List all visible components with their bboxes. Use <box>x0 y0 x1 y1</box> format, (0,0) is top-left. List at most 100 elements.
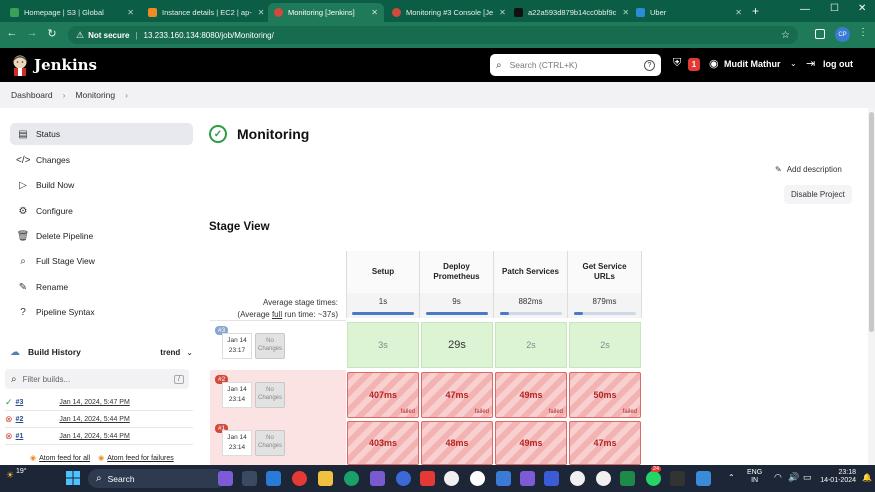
sidebar-item-delete-pipeline[interactable]: 🗑 Delete Pipeline <box>10 225 193 247</box>
user-name[interactable]: Mudit Mathur <box>724 59 781 69</box>
app-icon[interactable] <box>370 471 385 486</box>
browser-tab[interactable]: Instance details | EC2 | ap- ✕ <box>142 3 266 22</box>
trend-link[interactable]: trend <box>160 348 180 357</box>
stage-cell-failed[interactable]: 49ms <box>495 421 567 465</box>
opera-app-icon[interactable] <box>292 471 307 486</box>
minimize-icon[interactable]: — <box>800 4 810 15</box>
breadcrumb-monitoring[interactable]: Monitoring <box>75 90 115 100</box>
sidebar-item-build-now[interactable]: ▷ Build Now <box>10 174 193 196</box>
terminal-app-icon[interactable] <box>670 471 685 486</box>
atom-feed-failures-link[interactable]: Atom feed for failures <box>107 455 174 462</box>
teams-app-icon[interactable] <box>544 471 559 486</box>
browser-tab[interactable]: Homepage | S3 | Global ✕ <box>4 3 140 22</box>
reload-icon[interactable]: ↻ <box>44 27 60 40</box>
new-tab-icon[interactable]: + <box>752 4 759 18</box>
disable-project-button[interactable]: Disable Project <box>784 185 852 204</box>
atom-feed-all-link[interactable]: Atom feed for all <box>39 455 90 462</box>
taskbar-search[interactable]: ⌕ Search <box>88 469 226 488</box>
jenkins-logo-icon[interactable] <box>10 54 30 76</box>
build-number-link[interactable]: #3 <box>16 399 24 406</box>
excel-app-icon[interactable] <box>620 471 635 486</box>
copilot-app-icon[interactable] <box>218 471 233 486</box>
wifi-icon[interactable]: ◠ <box>774 472 782 483</box>
whatsapp-app-icon[interactable] <box>646 471 661 486</box>
stage-cell-failed[interactable]: 48ms <box>421 421 493 465</box>
chevron-up-icon[interactable]: ⌃ <box>728 473 735 482</box>
file-explorer-icon[interactable] <box>318 471 333 486</box>
app-icon[interactable] <box>420 471 435 486</box>
build-history-row[interactable]: ⊗ #2 Jan 14, 2024, 5:44 PM <box>5 411 193 428</box>
browser-tab[interactable]: Monitoring #3 Console [Je ✕ <box>386 3 506 22</box>
battery-icon[interactable]: ▭ <box>803 472 812 483</box>
weather-temp[interactable]: 19° <box>16 468 27 475</box>
profile-avatar[interactable]: CP <box>835 27 850 42</box>
chrome-profile-app-icon[interactable] <box>596 471 611 486</box>
jenkins-brand[interactable]: Jenkins <box>34 56 97 74</box>
stage-cell-success[interactable]: 2s <box>495 322 567 368</box>
breadcrumb-dashboard[interactable]: Dashboard <box>11 90 53 100</box>
stage-cell-failed[interactable]: 49ms failed <box>495 372 567 418</box>
notifications-icon[interactable]: 🔔 <box>862 473 872 482</box>
page-scrollbar[interactable] <box>868 108 875 465</box>
browser-tab[interactable]: a22a593d879b14cc0bbf9c ✕ <box>508 3 628 22</box>
chevron-down-icon[interactable]: ⌄ <box>186 348 193 357</box>
build-date-link[interactable]: Jan 14, 2024, 5:44 PM <box>59 433 129 440</box>
close-icon[interactable]: ✕ <box>252 8 265 17</box>
help-icon[interactable]: ? <box>644 59 655 71</box>
url-bar[interactable]: ⚠ Not secure | 13.233.160.134:8080/job/M… <box>68 26 798 44</box>
build-date-link[interactable]: Jan 14, 2024, 5:47 PM <box>59 399 129 406</box>
sidebar-item-status[interactable]: ▤ Status <box>10 123 193 145</box>
app-icon[interactable] <box>696 471 711 486</box>
close-icon[interactable]: ✕ <box>493 8 506 17</box>
store-app-icon[interactable] <box>266 471 281 486</box>
sidebar-toggle-icon[interactable] <box>815 29 825 39</box>
stage-cell-success[interactable]: 3s <box>347 322 419 368</box>
task-view-icon[interactable] <box>242 471 257 486</box>
chevron-down-icon[interactable]: ⌄ <box>790 59 797 68</box>
language-indicator[interactable]: ENG IN <box>747 469 762 486</box>
mail-app-icon[interactable] <box>496 471 511 486</box>
close-icon[interactable]: ✕ <box>729 8 742 17</box>
sidebar-item-pipeline-syntax[interactable]: ? Pipeline Syntax <box>10 301 193 323</box>
weather-icon[interactable]: ☀ <box>6 470 14 481</box>
shield-icon[interactable]: ⛨ <box>673 57 681 70</box>
github-app-icon[interactable] <box>470 471 485 486</box>
edge-app-icon[interactable] <box>344 471 359 486</box>
chrome-app-icon[interactable] <box>570 471 585 486</box>
browser-tab-active[interactable]: Monitoring [Jenkins] ✕ <box>268 3 384 22</box>
scrollbar-thumb[interactable] <box>869 112 874 332</box>
sidebar-item-rename[interactable]: ✎ Rename <box>10 276 193 298</box>
build-date-link[interactable]: Jan 14, 2024, 5:44 PM <box>59 416 129 423</box>
window-close-icon[interactable]: ✕ <box>858 3 866 14</box>
stage-cell-success[interactable]: 29s <box>421 322 493 368</box>
star-icon[interactable]: ☆ <box>781 30 790 41</box>
stage-cell-failed[interactable]: 403ms <box>347 421 419 465</box>
full-link[interactable]: full <box>272 310 282 319</box>
chrome-app-icon[interactable] <box>444 471 459 486</box>
search-input[interactable]: ⌕ Search (CTRL+K) ? <box>490 54 661 76</box>
zoom-app-icon[interactable] <box>396 471 411 486</box>
maximize-icon[interactable]: ☐ <box>830 3 839 14</box>
close-icon[interactable]: ✕ <box>616 8 628 17</box>
close-icon[interactable]: ✕ <box>121 8 134 17</box>
stage-cell-failed[interactable]: 47ms <box>569 421 641 465</box>
close-icon[interactable]: ✕ <box>365 8 378 17</box>
stage-cell-success[interactable]: 2s <box>569 322 641 368</box>
add-description-button[interactable]: ✎ Add description <box>775 165 842 174</box>
build-number-link[interactable]: #1 <box>16 433 24 440</box>
forward-icon[interactable]: → <box>24 27 40 39</box>
logout-link[interactable]: log out <box>823 59 853 69</box>
browser-tab[interactable]: Uber ✕ <box>630 3 748 22</box>
filter-builds-input[interactable]: ⌕ Filter builds... / <box>5 369 189 389</box>
notification-badge[interactable]: 1 <box>688 58 700 71</box>
sidebar-item-configure[interactable]: ⚙ Configure <box>10 200 193 222</box>
sidebar-item-full-stage-view[interactable]: ⌕ Full Stage View <box>10 250 193 272</box>
app-icon[interactable] <box>520 471 535 486</box>
stage-cell-failed[interactable]: 50ms failed <box>569 372 641 418</box>
volume-icon[interactable]: 🔊 <box>788 472 799 483</box>
clock[interactable]: 23:18 14-01-2024 <box>818 469 856 486</box>
stage-cell-failed[interactable]: 407ms failed <box>347 372 419 418</box>
build-number-link[interactable]: #2 <box>16 416 24 423</box>
build-history-row[interactable]: ✓ #3 Jan 14, 2024, 5:47 PM <box>5 394 193 411</box>
sidebar-item-changes[interactable]: </> Changes <box>10 149 193 171</box>
